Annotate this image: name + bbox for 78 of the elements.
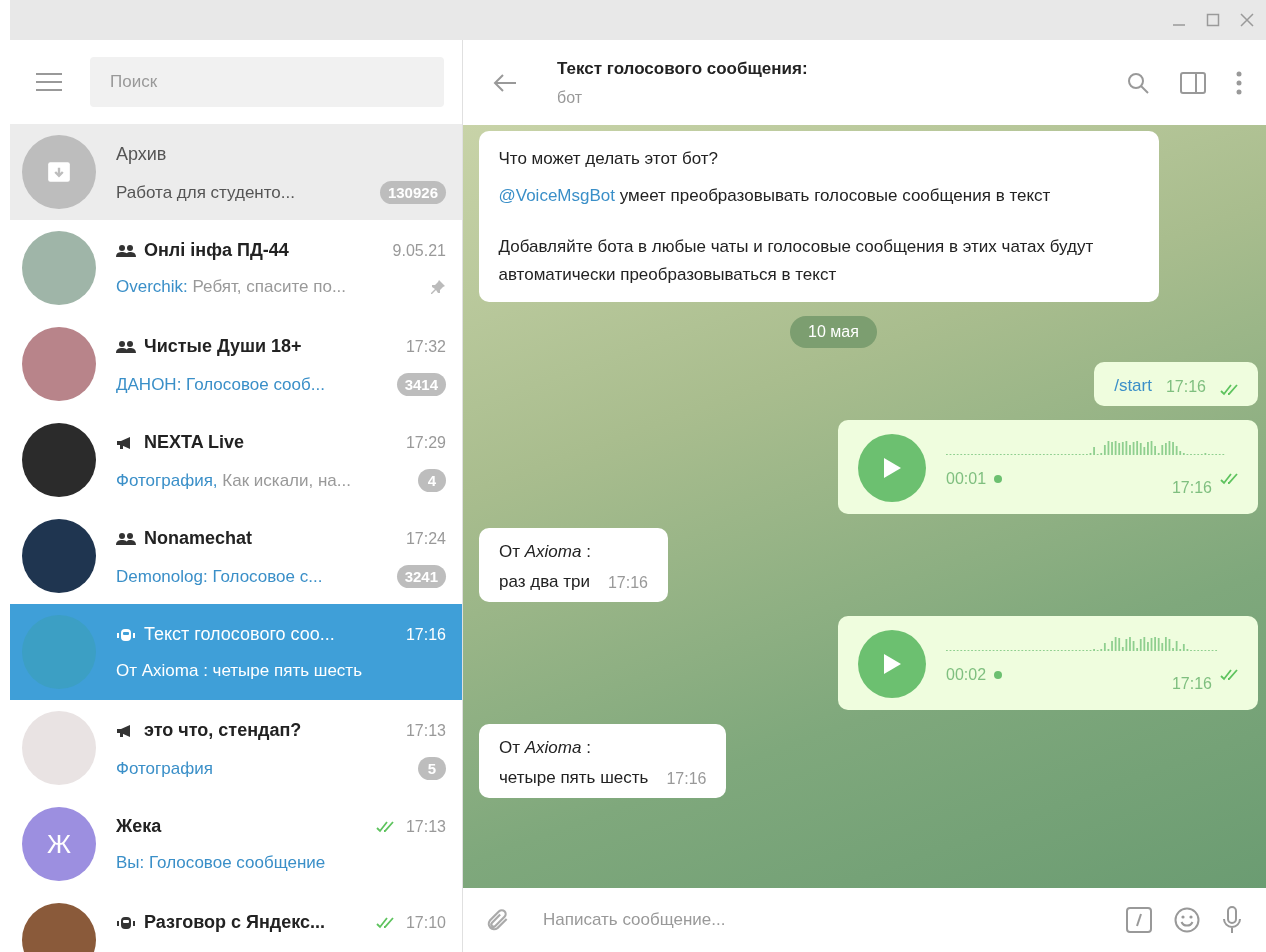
- message-time: 17:16: [666, 769, 707, 788]
- message-text: четыре пять шесть: [499, 767, 649, 788]
- chat-list-item[interactable]: Архив Работа для студенто... 130926: [10, 124, 462, 220]
- group-icon: [116, 243, 136, 258]
- archive-icon: [46, 159, 72, 185]
- chat-list-item[interactable]: Онлі інфа ПД-44 9.05.21 Overchik: Ребят, спасите по...: [10, 220, 462, 316]
- search-icon[interactable]: [1126, 70, 1150, 95]
- side-panel-icon[interactable]: [1180, 71, 1206, 94]
- message-preview: Фотография, Как искали, на...: [116, 470, 352, 491]
- more-options-icon[interactable]: [1236, 70, 1242, 95]
- chat-time: 17:24: [405, 529, 446, 548]
- unread-count: 3241: [396, 565, 446, 588]
- message-preview: Demonolog: Голосовое с...: [116, 566, 324, 587]
- message-sender: От Axioma :: [499, 737, 592, 758]
- chat-time: 17:13: [405, 817, 446, 836]
- message-text: раз два три: [499, 571, 590, 592]
- close-icon[interactable]: [1240, 13, 1254, 27]
- unread-count: 3414: [396, 373, 446, 396]
- unread-count: 4: [418, 469, 446, 492]
- menu-icon[interactable]: [36, 72, 62, 92]
- emoji-icon[interactable]: [1174, 907, 1200, 933]
- chat-list-item[interactable]: Ж Жека 17:13 Вы: Голосовое сообщение: [10, 796, 462, 892]
- message-preview: ДАНОН: Голосовое сооб...: [116, 374, 326, 395]
- message-preview: От Axioma : четыре пять шесть: [116, 661, 363, 681]
- message-time: 17:16: [1171, 478, 1212, 497]
- chat-time: 17:10: [405, 913, 446, 932]
- unplayed-dot-icon: [994, 474, 1003, 483]
- chat-name: Жека: [116, 816, 163, 837]
- chat-name: Архив: [116, 144, 168, 165]
- bot-icon: [116, 627, 136, 642]
- chat-subtitle: бот: [557, 88, 584, 107]
- bot-commands-icon[interactable]: [1126, 907, 1152, 933]
- bot-mention-link[interactable]: @VoiceMsgBot: [498, 186, 615, 206]
- voice-duration: 00:02: [946, 665, 987, 684]
- voice-duration: 00:01: [946, 469, 987, 488]
- group-icon: [116, 339, 136, 354]
- unplayed-dot-icon: [994, 670, 1003, 679]
- group-icon: [116, 531, 136, 546]
- back-arrow-icon[interactable]: [493, 72, 517, 93]
- chat-time: 9.05.21: [392, 241, 446, 260]
- message-sender: От Axioma :: [499, 541, 592, 562]
- chat-title: Текст голосового сообщения:: [557, 58, 809, 79]
- bot-icon: [116, 915, 136, 930]
- chat-time: 17:16: [405, 625, 446, 644]
- message-time: 17:16: [607, 573, 648, 592]
- play-icon: [882, 456, 902, 479]
- message-preview: Overchik: Ребят, спасите по...: [116, 277, 348, 297]
- chat-list-item[interactable]: Разговор с Яндекс... 17:10: [10, 892, 462, 952]
- chat-list-item[interactable]: Чистые Души 18+ 17:32 ДАНОН: Голосовое сооб... 3414: [10, 316, 462, 412]
- chat-name: Разговор с Яндекс...: [144, 912, 327, 933]
- chat-list-item[interactable]: это что, стендап? 17:13 Фотография 5: [10, 700, 462, 796]
- chat-name: Чистые Души 18+: [144, 336, 303, 357]
- unread-count: 130926: [379, 181, 446, 204]
- message-time: 17:16: [1165, 377, 1206, 396]
- chat-name: Онлі інфа ПД-44: [144, 240, 290, 261]
- bot-description-text: Добавляйте бота в любые чаты и голосовые сообщения в этих чатах будут автоматически преобразовываться в текст: [498, 236, 1095, 286]
- message-time: 17:16: [1171, 674, 1212, 693]
- maximize-icon[interactable]: [1206, 13, 1220, 27]
- chat-name: NEXTA Live: [144, 432, 246, 453]
- microphone-icon[interactable]: [1222, 906, 1242, 934]
- bot-description-text: @VoiceMsgBot умеет преобразовывать голосовые сообщения в текст: [498, 185, 1052, 208]
- search-field[interactable]: Поиск: [90, 57, 444, 107]
- play-icon: [882, 652, 902, 675]
- avatar-letter: Ж: [47, 828, 71, 860]
- chat-name: это что, стендап?: [144, 720, 303, 741]
- bot-description-title: Что может делать этот бот?: [498, 148, 720, 170]
- chat-list-item[interactable]: NEXTA Live 17:29 Фотография, Как искали, на... 4: [10, 412, 462, 508]
- message-preview: Вы: Голосовое сообщение: [116, 853, 327, 873]
- chat-name: Текст голосового соо...: [144, 624, 336, 645]
- chat-list-item[interactable]: Nonamechat 17:24 Demonolog: Голосовое с... 3241: [10, 508, 462, 604]
- chat-time: 17:29: [405, 433, 446, 452]
- message-preview: Фотография: [116, 758, 214, 779]
- message-preview: Работа для студенто...: [116, 182, 296, 203]
- chat-time: 17:32: [405, 337, 446, 356]
- unread-count: 5: [418, 757, 446, 780]
- chat-name: Nonamechat: [144, 528, 254, 549]
- chat-time: 17:13: [405, 721, 446, 740]
- date-separator: 10 мая: [790, 315, 877, 348]
